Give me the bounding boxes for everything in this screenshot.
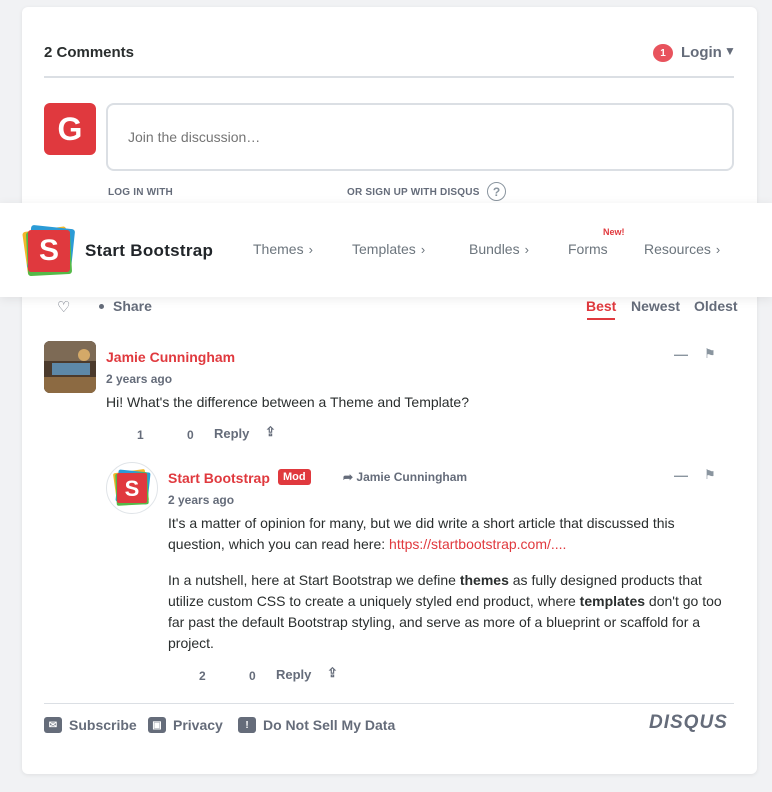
- bullet-separator: [99, 304, 104, 309]
- new-badge: New!: [603, 227, 625, 237]
- comment-paragraph-2: In a nutshell, here at Start Bootstrap w…: [168, 570, 738, 654]
- guest-avatar: G: [44, 103, 96, 155]
- commenter-avatar[interactable]: [44, 341, 96, 393]
- chevron-right-icon: ›: [308, 242, 313, 257]
- brand-name[interactable]: Start Bootstrap: [85, 241, 213, 261]
- reply-arrow-icon: ➦: [343, 470, 357, 484]
- collapse-icon[interactable]: —: [674, 346, 688, 362]
- warning-icon: !: [238, 717, 256, 733]
- downvote-count[interactable]: 0: [249, 669, 256, 683]
- flag-icon[interactable]: ⚑: [704, 467, 716, 483]
- nav-forms-label: Forms: [568, 241, 608, 257]
- share-arrow-icon[interactable]: ⇪: [265, 424, 276, 440]
- nav-templates-label: Templates: [352, 241, 416, 257]
- chevron-right-icon: ›: [524, 242, 529, 257]
- nav-bundles[interactable]: Bundles ›: [469, 241, 529, 257]
- nav-templates[interactable]: Templates ›: [352, 241, 425, 257]
- reply-button[interactable]: Reply: [214, 426, 249, 441]
- emphasis-themes: themes: [459, 572, 509, 588]
- do-not-sell-label: Do Not Sell My Data: [263, 717, 396, 733]
- chevron-right-icon: ›: [420, 242, 426, 257]
- signup-with-disqus-label: OR SIGN UP WITH DISQUS: [347, 187, 480, 198]
- subscribe-button[interactable]: ✉ Subscribe: [44, 717, 137, 733]
- footer-divider: [44, 703, 734, 704]
- chevron-down-icon[interactable]: ▼: [724, 44, 736, 58]
- privacy-label: Privacy: [173, 717, 223, 733]
- start-bootstrap-logo[interactable]: S: [21, 223, 77, 279]
- site-navbar: S Start Bootstrap Themes › Templates › Bun…: [0, 203, 772, 297]
- comment-count: 2 Comments: [44, 44, 135, 61]
- subscribe-label: Subscribe: [69, 717, 137, 733]
- nav-resources[interactable]: Resources ›: [644, 241, 720, 257]
- header-divider: [44, 76, 734, 78]
- disqus-logo[interactable]: DISQUS: [649, 712, 728, 734]
- logo-letter: S: [38, 234, 59, 267]
- reply-button[interactable]: Reply: [276, 667, 311, 682]
- share-arrow-icon[interactable]: ⇪: [327, 665, 338, 681]
- login-button[interactable]: Login: [681, 44, 722, 61]
- nav-resources-label: Resources: [644, 241, 711, 257]
- comment-timestamp[interactable]: 2 years ago: [168, 493, 234, 507]
- privacy-link[interactable]: ▣ Privacy: [148, 717, 223, 733]
- lock-icon: ▣: [148, 717, 166, 733]
- moderator-badge: Mod: [278, 469, 311, 485]
- collapse-icon[interactable]: —: [674, 467, 688, 483]
- comment-paragraph-1: It's a matter of opinion for many, but w…: [168, 513, 734, 555]
- comment-author[interactable]: Start Bootstrap: [168, 470, 270, 486]
- upvote-count[interactable]: 2: [199, 669, 206, 683]
- comment-timestamp[interactable]: 2 years ago: [106, 372, 172, 386]
- nav-bundles-label: Bundles: [469, 241, 520, 257]
- nav-themes[interactable]: Themes ›: [253, 241, 313, 257]
- downvote-count[interactable]: 0: [187, 428, 194, 442]
- active-sort-underline: [587, 318, 615, 320]
- sort-best-tab[interactable]: Best: [586, 298, 616, 314]
- do-not-sell-link[interactable]: ! Do Not Sell My Data: [238, 717, 395, 733]
- article-link[interactable]: https://startbootstrap.com/....: [389, 536, 566, 552]
- help-icon[interactable]: ?: [487, 182, 506, 201]
- moderator-avatar[interactable]: S: [106, 462, 158, 514]
- nav-forms[interactable]: Forms: [568, 241, 608, 257]
- mail-icon: ✉: [44, 717, 62, 733]
- notification-badge[interactable]: 1: [653, 44, 673, 62]
- comment-body: Hi! What's the difference between a Them…: [106, 394, 470, 410]
- heart-icon[interactable]: ♡: [57, 298, 70, 316]
- flag-icon[interactable]: ⚑: [704, 346, 716, 362]
- sort-newest-tab[interactable]: Newest: [631, 298, 680, 314]
- comment-author[interactable]: Jamie Cunningham: [106, 349, 235, 365]
- upvote-count[interactable]: 1: [137, 428, 144, 442]
- emphasis-templates: templates: [579, 593, 646, 609]
- reply-to-name: Jamie Cunningham: [356, 470, 468, 484]
- reply-to-link[interactable]: ➦ Jamie Cunningham: [343, 470, 467, 484]
- nav-themes-label: Themes: [253, 241, 304, 257]
- comment-text: In a nutshell, here at Start Bootstrap w…: [168, 572, 460, 588]
- share-button[interactable]: Share: [113, 298, 152, 314]
- moderator-logo-letter: S: [125, 476, 140, 501]
- chevron-right-icon: ›: [715, 242, 721, 257]
- sort-oldest-tab[interactable]: Oldest: [694, 298, 738, 314]
- comment-input[interactable]: [106, 103, 734, 171]
- login-with-label: LOG IN WITH: [108, 187, 173, 198]
